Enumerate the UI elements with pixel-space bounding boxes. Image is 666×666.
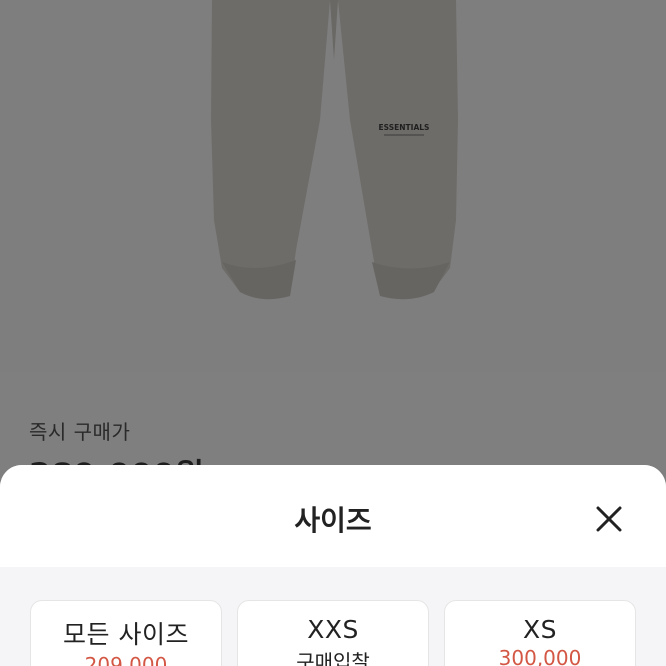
size-option-xs[interactable]: XS 300,000 — [444, 600, 636, 666]
instant-buy-price-label: 즉시 구매가 — [29, 420, 131, 444]
brand-logo-text: ESSENTIALS — [379, 123, 430, 132]
size-option-name: 모든 사이즈 — [63, 620, 189, 649]
size-option-name: XS — [523, 615, 557, 644]
size-bottom-sheet: 사이즈 모든 사이즈 209,000 XXS 구매입찰 XS 300,000 — [0, 465, 666, 666]
product-image-area: ESSENTIALS — [0, 0, 666, 372]
close-icon — [596, 506, 622, 532]
sheet-header: 사이즈 — [0, 465, 666, 567]
close-button[interactable] — [591, 501, 627, 537]
size-option-bid-label: 구매입찰 — [296, 650, 370, 666]
size-option-all[interactable]: 모든 사이즈 209,000 — [30, 600, 222, 666]
size-option-price: 300,000 — [498, 646, 582, 666]
sweatpants-image: ESSENTIALS — [0, 0, 666, 372]
sheet-title: 사이즈 — [294, 504, 372, 537]
size-option-xxs[interactable]: XXS 구매입찰 — [237, 600, 429, 666]
size-option-price: 209,000 — [84, 653, 168, 666]
size-option-name: XXS — [307, 615, 359, 644]
size-options-area: 모든 사이즈 209,000 XXS 구매입찰 XS 300,000 — [0, 567, 666, 666]
